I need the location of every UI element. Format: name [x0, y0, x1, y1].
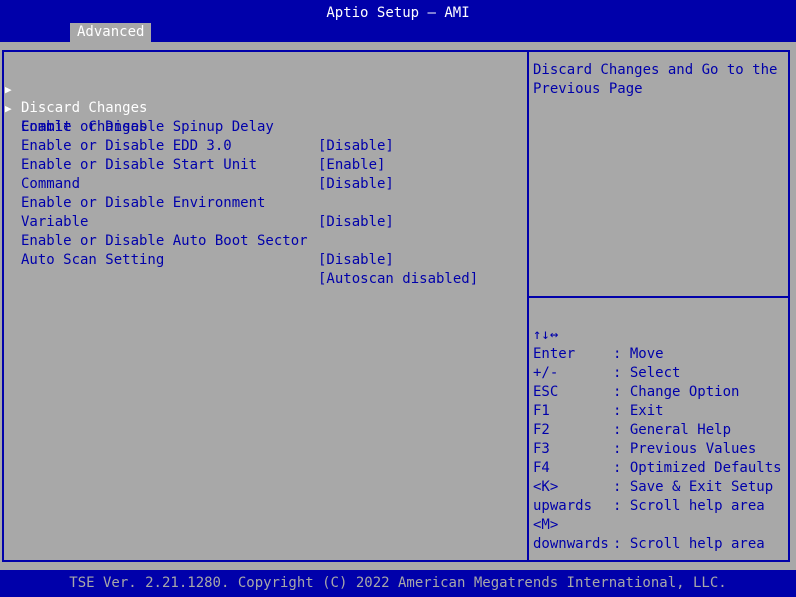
menu-item-value[interactable]: [Disable] [318, 213, 394, 232]
menu-item-discard-changes[interactable]: ▶ Discard Changes [0, 61, 147, 116]
key-description: : Scroll help area [613, 498, 765, 514]
help-text: Discard Changes and Go to the Previous P… [533, 62, 786, 97]
menu-item-environment-variable[interactable]: Enable or Disable Environment [Disable] [0, 175, 394, 230]
key-legend-row: ↑↓↔ : Move [533, 307, 664, 362]
menu-item-value[interactable]: [Disable] [318, 137, 394, 156]
menu-item-start-unit-command[interactable]: Enable or Disable Start Unit [Disable] [0, 137, 394, 192]
menu-item-commit-changes[interactable]: ▶ Commit Changes [0, 80, 147, 135]
vertical-divider [527, 50, 529, 562]
key-legend-row: F2 : Previous Values [533, 402, 756, 457]
menu-item-value[interactable]: [Disable] [318, 175, 394, 194]
key-legend-row: <M> : Scroll help area [533, 497, 765, 552]
key-legend-row-continuation: downwards [533, 516, 609, 552]
key-legend-row: F4 : Save & Exit Setup [533, 440, 773, 495]
menu-item-label: Enable or Disable EDD 3.0 [21, 138, 232, 154]
key-legend-row: +/- : Change Option [533, 345, 739, 400]
header-bar: Aptio Setup – AMI Advanced [0, 0, 796, 42]
menu-item-start-unit-command-cont: Command [0, 156, 80, 192]
key-legend-row: ESC : Exit [533, 364, 664, 419]
menu-item-label: Enable or Disable Spinup Delay [21, 119, 274, 135]
tab-advanced[interactable]: Advanced [70, 23, 152, 42]
key-description: : Move [613, 346, 664, 362]
key-description: : Scroll help area [613, 536, 765, 552]
key-description: : Save & Exit Setup [613, 479, 774, 495]
menu-item-edd-3-0[interactable]: Enable or Disable EDD 3.0 [Enable] [0, 118, 385, 173]
menu-item-environment-variable-cont: Variable [0, 194, 88, 230]
content-area: ▶ Discard Changes ▶ Commit Changes Enabl… [0, 42, 796, 570]
menu-item-auto-boot-sector[interactable]: Enable or Disable Auto Boot Sector [Disa… [0, 213, 394, 268]
menu-item-spinup-delay[interactable]: Enable or Disable Spinup Delay [Disable] [0, 99, 394, 154]
menu-item-value[interactable]: [Autoscan disabled] [318, 270, 478, 289]
menu-item-label: Enable or Disable Auto Boot Sector [21, 233, 308, 249]
footer-bar: TSE Ver. 2.21.1280. Copyright (C) 2022 A… [0, 570, 796, 597]
key-legend-row: <K> : Scroll help area [533, 459, 765, 514]
menu-item-label: Enable or Disable Start Unit [21, 157, 258, 173]
menu-item-label: Auto Scan Setting [21, 252, 165, 268]
menu-item-label: Enable or Disable Environment [21, 195, 266, 211]
menu-item-auto-scan-setting[interactable]: Auto Scan Setting [Autoscan disabled] [0, 232, 478, 287]
key-description-continuation: downwards [533, 536, 609, 552]
key-legend-row: Enter : Select [533, 326, 680, 381]
key-legend-row: F3 : Optimized Defaults [533, 421, 782, 476]
horizontal-divider [529, 296, 790, 298]
menu-item-value[interactable]: [Enable] [318, 156, 385, 175]
setup-title: Aptio Setup – AMI [326, 5, 470, 21]
key-description: : Select [613, 365, 681, 381]
key-description: : General Help [613, 422, 732, 438]
menu-item-value[interactable]: [Disable] [318, 251, 394, 270]
key-legend-row-continuation: upwards [533, 478, 592, 514]
key-description: : Optimized Defaults [613, 460, 782, 476]
key-description: : Exit [613, 403, 664, 419]
key-description: : Previous Values [613, 441, 757, 457]
key-legend-row: F1 : General Help [533, 383, 731, 438]
copyright-text: TSE Ver. 2.21.1280. Copyright (C) 2022 A… [69, 575, 727, 591]
key-description: : Change Option [613, 384, 740, 400]
